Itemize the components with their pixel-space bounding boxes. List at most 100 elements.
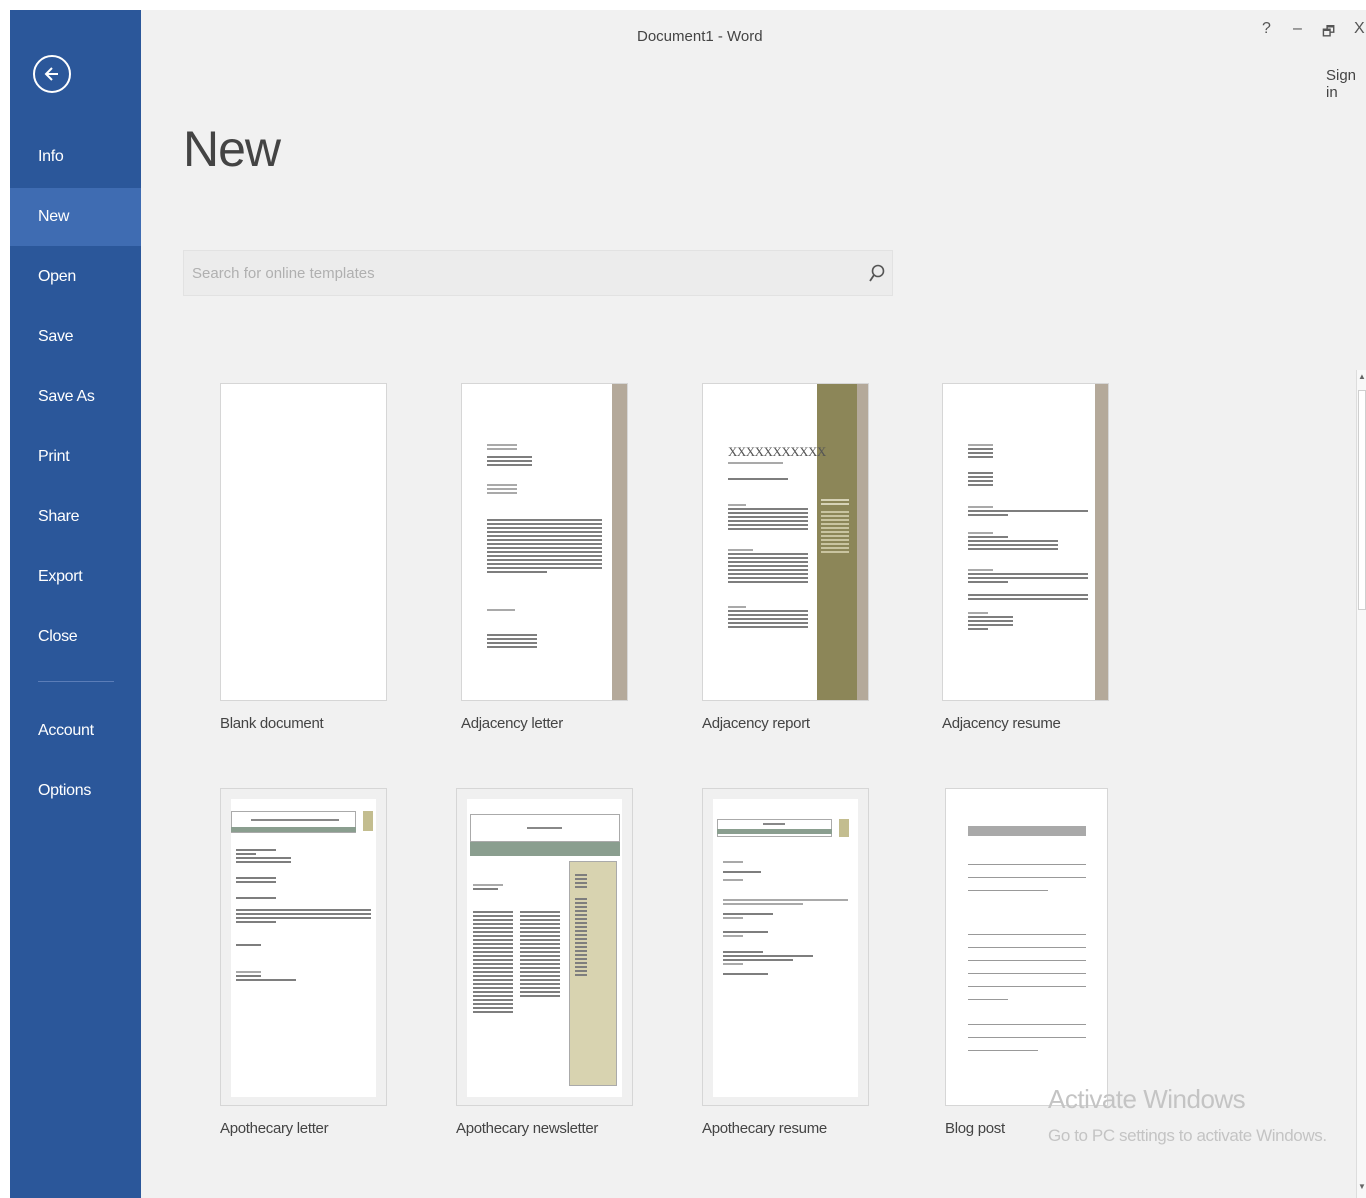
thumbnail-text-lines — [487, 609, 515, 613]
thumbnail-text-lines — [487, 484, 517, 496]
template-label: Apothecary newsletter — [456, 1120, 599, 1137]
back-arrow-icon — [44, 67, 58, 81]
backstage-window: Info New Open Save Save As Print Share E… — [10, 10, 1366, 1198]
template-apothecary-resume[interactable]: Apothecary resume — [702, 788, 872, 1148]
thumbnail-text-lines — [728, 478, 788, 482]
nav-save-as[interactable]: Save As — [10, 368, 141, 426]
template-label: Adjacency resume — [942, 715, 1061, 732]
thumbnail-text-lines — [487, 519, 602, 575]
thumbnail-sidebar-bar — [1095, 384, 1108, 700]
thumbnail-text-lines — [968, 594, 1088, 602]
thumbnail-header-band — [231, 827, 356, 832]
thumbnail-text-lines — [473, 911, 513, 1015]
template-thumbnail — [942, 383, 1109, 701]
restore-button[interactable]: 🗗 — [1322, 21, 1335, 45]
thumbnail-page — [231, 799, 376, 1097]
thumbnail-text-lines — [968, 934, 1086, 1012]
thumbnail-text-lines — [968, 612, 1013, 632]
template-thumbnail — [945, 788, 1108, 1106]
template-label: Apothecary letter — [220, 1120, 329, 1137]
thumbnail-edge-bar — [857, 384, 868, 700]
thumbnail-text-lines — [728, 462, 783, 466]
page-title: New — [183, 121, 281, 177]
template-thumbnail — [456, 788, 633, 1106]
thumbnail-text-lines — [968, 472, 993, 488]
thumbnail-text-lines — [236, 849, 291, 865]
backstage-sidebar: Info New Open Save Save As Print Share E… — [10, 10, 141, 1198]
template-label: Adjacency letter — [461, 715, 563, 732]
template-search-input[interactable] — [192, 251, 842, 295]
template-label: Blank document — [220, 715, 324, 732]
thumbnail-text-lines — [968, 444, 993, 460]
search-icon[interactable] — [868, 264, 886, 284]
minimize-button[interactable]: – — [1293, 20, 1302, 38]
thumbnail-text-lines — [968, 532, 1058, 552]
help-button[interactable]: ? — [1262, 20, 1271, 38]
nav-close[interactable]: Close — [10, 608, 141, 666]
template-adjacency-report[interactable]: XXXXXXXXXXX Adjacency report — [702, 383, 872, 743]
nav-new[interactable]: New — [10, 188, 141, 246]
template-thumbnail — [461, 383, 628, 701]
scroll-down-arrow-icon[interactable]: ▼ — [1358, 1182, 1366, 1191]
thumbnail-text-lines — [575, 874, 587, 978]
vertical-scrollbar[interactable]: ▲ ▼ — [1356, 370, 1366, 1198]
thumbnail-heading: XXXXXXXXXXX — [728, 444, 826, 459]
thumbnail-text-lines — [968, 864, 1086, 903]
thumbnail-header-text — [527, 827, 562, 829]
template-thumbnail — [220, 383, 387, 701]
activate-windows-title: Activate Windows — [1048, 1084, 1246, 1114]
thumbnail-accent-block — [363, 811, 373, 831]
thumbnail-header-text — [763, 823, 785, 825]
template-apothecary-newsletter[interactable]: Apothecary newsletter — [456, 788, 636, 1148]
thumbnail-text-lines — [473, 884, 518, 900]
nav-account[interactable]: Account — [10, 702, 141, 760]
scrollbar-thumb[interactable] — [1358, 390, 1366, 610]
template-thumbnail — [702, 788, 869, 1106]
template-blank-document[interactable]: Blank document — [220, 383, 390, 743]
nav-print[interactable]: Print — [10, 428, 141, 486]
template-label: Adjacency report — [702, 715, 810, 732]
thumbnail-text-lines — [236, 944, 261, 948]
thumbnail-text-lines — [968, 569, 1088, 585]
thumbnail-text-lines — [728, 549, 808, 585]
thumbnail-text-lines — [821, 499, 849, 555]
nav-export[interactable]: Export — [10, 548, 141, 606]
thumbnail-text-lines — [236, 877, 276, 885]
template-label: Apothecary resume — [702, 1120, 827, 1137]
thumbnail-accent-block — [839, 819, 849, 837]
nav-info[interactable]: Info — [10, 128, 141, 186]
template-apothecary-letter[interactable]: Apothecary letter — [220, 788, 390, 1148]
thumbnail-text-lines — [723, 861, 761, 891]
template-search-box — [183, 250, 893, 296]
thumbnail-text-lines — [236, 971, 296, 983]
thumbnail-text-lines — [968, 1024, 1086, 1063]
thumbnail-text-lines — [723, 899, 848, 977]
nav-divider — [38, 681, 114, 682]
nav-open[interactable]: Open — [10, 248, 141, 306]
thumbnail-text-lines — [236, 897, 276, 901]
template-adjacency-resume[interactable]: Adjacency resume — [942, 383, 1112, 743]
back-button[interactable] — [33, 55, 71, 93]
thumbnail-header-band — [470, 842, 620, 856]
thumbnail-text-lines — [968, 506, 1088, 518]
thumbnail-text-lines — [487, 444, 532, 468]
nav-share[interactable]: Share — [10, 488, 141, 546]
activate-windows-subtitle: Go to PC settings to activate Windows. — [1048, 1126, 1327, 1145]
template-thumbnail — [220, 788, 387, 1106]
template-thumbnail: XXXXXXXXXXX — [702, 383, 869, 701]
close-window-button[interactable]: X — [1354, 20, 1365, 38]
window-title: Document1 - Word — [637, 28, 763, 45]
nav-save[interactable]: Save — [10, 308, 141, 366]
sign-in-link[interactable]: Sign in — [1326, 67, 1366, 101]
thumbnail-text-lines — [236, 909, 371, 925]
template-adjacency-letter[interactable]: Adjacency letter — [461, 383, 631, 743]
thumbnail-header-text — [251, 819, 339, 821]
thumbnail-title-bar — [968, 826, 1086, 836]
template-label: Blog post — [945, 1120, 1005, 1137]
thumbnail-header-box — [717, 819, 832, 837]
thumbnail-text-lines — [728, 504, 808, 532]
scroll-up-arrow-icon[interactable]: ▲ — [1358, 372, 1366, 381]
thumbnail-text-lines — [520, 911, 560, 999]
thumbnail-text-lines — [487, 634, 537, 650]
nav-options[interactable]: Options — [10, 762, 141, 820]
